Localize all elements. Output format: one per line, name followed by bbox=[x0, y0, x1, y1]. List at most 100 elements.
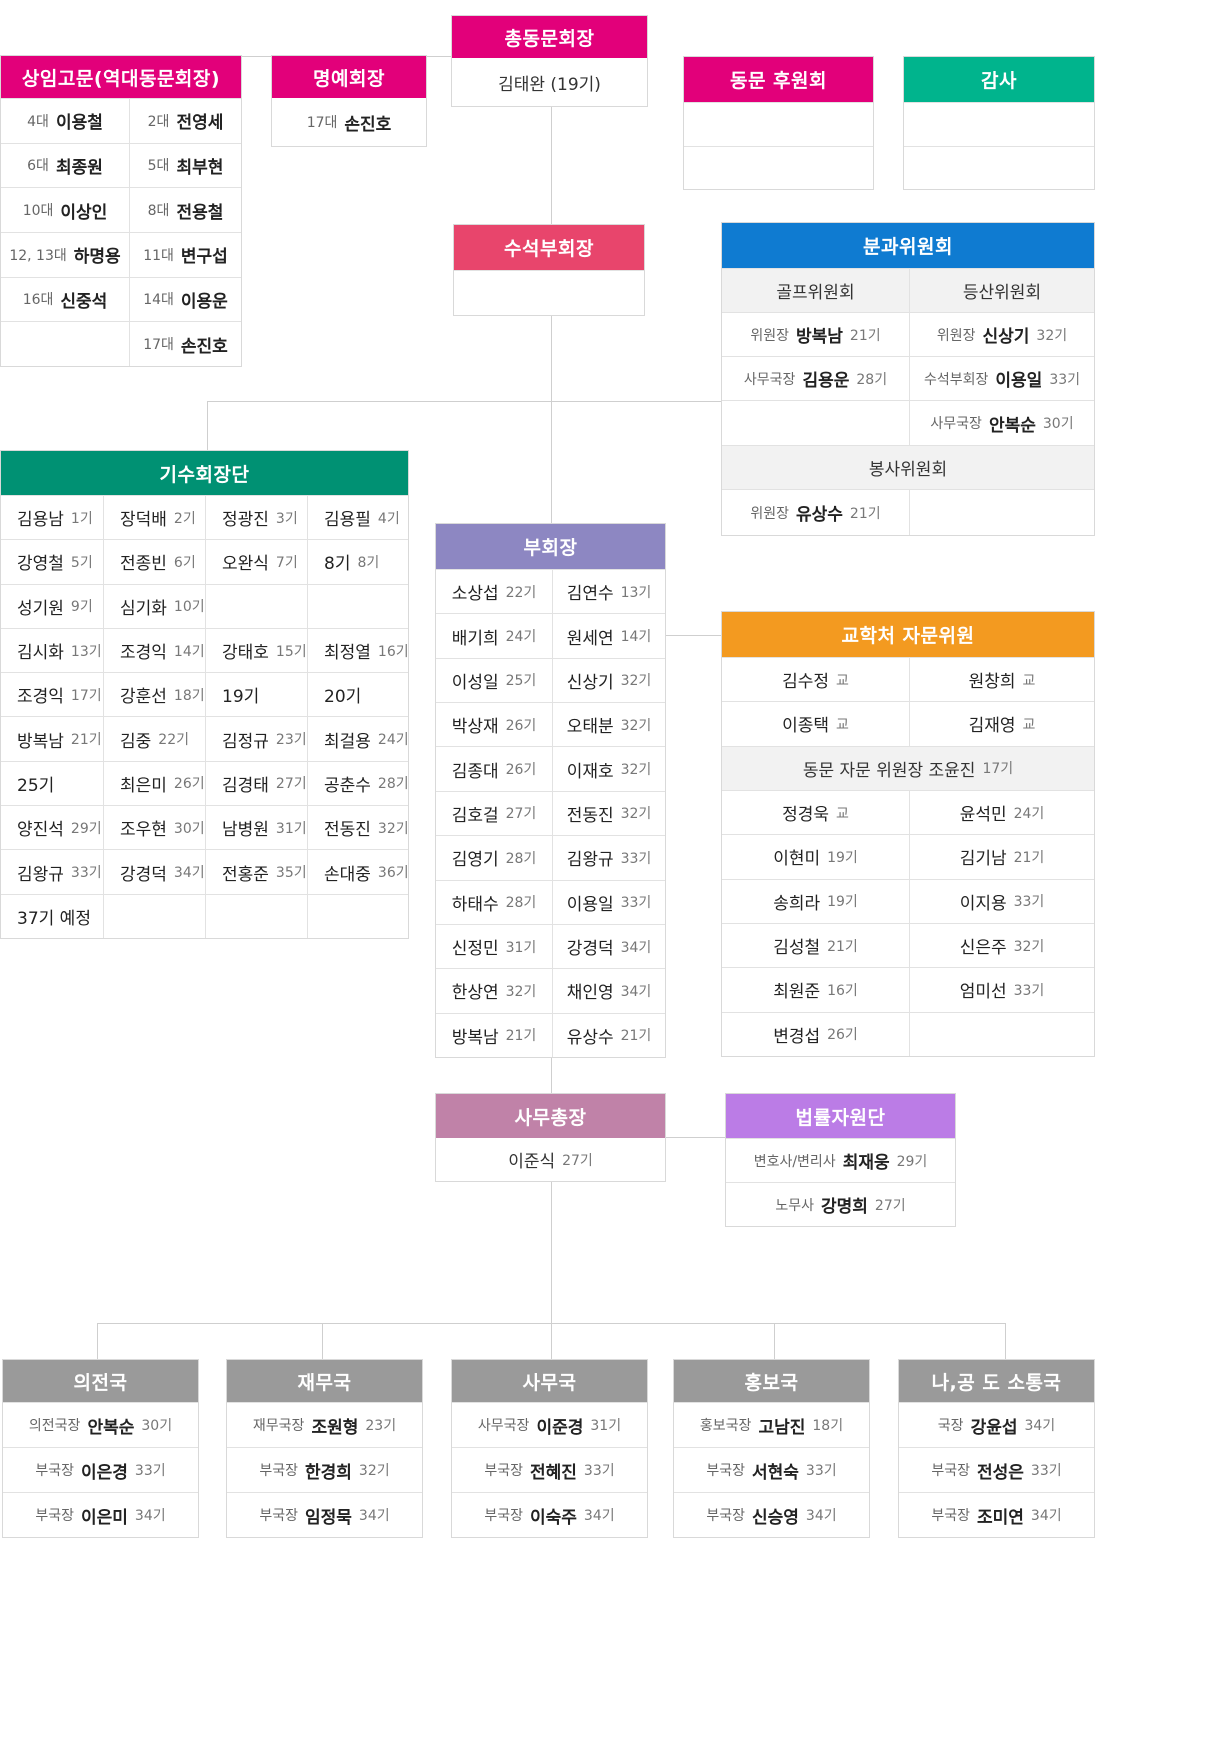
committee-member-class: 21기 bbox=[849, 505, 881, 522]
adviser-term: 12, 13대 bbox=[9, 247, 67, 264]
vice-president-cell: 전동진 32기 bbox=[552, 790, 665, 836]
vice-president-cell: 소상섭 22기 bbox=[436, 569, 552, 613]
advisory-member-cell: 최원준 16기 bbox=[722, 967, 909, 1011]
class-president-name: 방복남 bbox=[17, 731, 64, 752]
class-presidents-header: 기수회장단 bbox=[1, 451, 408, 495]
advisory-member-class: 교 bbox=[1022, 716, 1036, 733]
vice-president-class: 32기 bbox=[620, 717, 652, 734]
adviser-term: 5대 bbox=[147, 158, 170, 175]
bureau-role: 부국장 bbox=[259, 1463, 298, 1479]
bureau-member-name: 조미연 bbox=[977, 1507, 1024, 1528]
advisory-member-class: 32기 bbox=[1013, 938, 1045, 955]
adviser-term: 4대 bbox=[27, 113, 49, 130]
vice-president-class: 32기 bbox=[620, 806, 652, 823]
bureau-box: 사무국 사무국장 이준경 31기 부국장 전혜진 33기 부국장 이숙주 34기 bbox=[451, 1359, 648, 1538]
adviser-term: 17대 bbox=[143, 337, 174, 354]
class-president-name: 최은미 bbox=[120, 775, 167, 796]
honorary-name: 손진호 bbox=[344, 114, 392, 135]
legal-role: 노무사 bbox=[775, 1197, 814, 1214]
class-president-name: 20기 bbox=[324, 687, 362, 708]
adviser-name: 신중석 bbox=[60, 291, 108, 312]
class-president-name: 강영철 bbox=[17, 554, 64, 575]
class-president-class: 15기 bbox=[275, 643, 307, 660]
class-president-class: 26기 bbox=[173, 776, 205, 793]
class-president-name: 전종빈 bbox=[120, 554, 167, 575]
class-president-cell: 19기 bbox=[205, 672, 307, 717]
adviser-cell: 4대 이용철 bbox=[1, 98, 129, 143]
vice-president-class: 33기 bbox=[620, 850, 652, 867]
vice-president-cell: 신상기 32기 bbox=[552, 657, 665, 703]
advisers-header: 상임고문(역대동문회장) bbox=[1, 56, 241, 98]
class-president-class: 21기 bbox=[70, 732, 102, 749]
class-president-cell bbox=[103, 893, 205, 938]
advisory-member-class: 교 bbox=[836, 672, 849, 689]
vice-president-cell: 이성일 25기 bbox=[436, 657, 552, 702]
class-president-name: 37기 예정 bbox=[17, 908, 91, 929]
advisory-member-name: 정경욱 bbox=[782, 805, 830, 826]
bureau-member-class: 33기 bbox=[1030, 1463, 1062, 1479]
bureau-member-name: 강윤섭 bbox=[970, 1417, 1018, 1438]
legal-member-cell: 노무사 강명희 27기 bbox=[726, 1182, 955, 1226]
vice-president-name: 이용일 bbox=[566, 894, 614, 915]
adviser-term: 2대 bbox=[147, 113, 170, 130]
vice-president-class: 34기 bbox=[620, 939, 652, 956]
bureau-member-cell: 부국장 전성은 33기 bbox=[899, 1447, 1094, 1492]
adviser-name: 손진호 bbox=[180, 336, 228, 357]
vice-president-class: 24기 bbox=[505, 629, 537, 646]
bureau-member-cell: 부국장 임정묵 34기 bbox=[227, 1492, 422, 1537]
bureau-role: 부국장 bbox=[931, 1508, 970, 1524]
adviser-name: 하명용 bbox=[73, 247, 121, 268]
class-president-cell: 김중 22기 bbox=[103, 716, 205, 761]
advisory-member-name: 송희라 bbox=[773, 893, 821, 914]
vice-president-cell: 김호걸 27기 bbox=[436, 790, 552, 835]
advisory-member-class: 교 bbox=[836, 805, 849, 822]
audit-empty-cell bbox=[904, 145, 1094, 190]
adviser-cell: 5대 최부현 bbox=[129, 142, 241, 188]
class-president-cell: 조경익 14기 bbox=[103, 627, 205, 673]
service-committee-header: 봉사위원회 bbox=[722, 445, 1094, 489]
committee-role: 사무국장 bbox=[743, 371, 796, 388]
class-president-name: 25기 bbox=[17, 775, 55, 796]
bureau-member-name: 임정묵 bbox=[305, 1507, 352, 1528]
adviser-cell: 11대 변구섭 bbox=[129, 232, 241, 277]
class-president-cell: 최걸용 24기 bbox=[307, 716, 408, 761]
advisory-member-name: 이지용 bbox=[959, 893, 1007, 914]
vice-president-cell: 유상수 21기 bbox=[552, 1012, 665, 1057]
president-box: 총동문회장 김태완 (19기) bbox=[451, 15, 648, 107]
bureau-member-class: 34기 bbox=[358, 1508, 390, 1524]
class-president-cell bbox=[307, 583, 408, 628]
bureau-role: 부국장 bbox=[931, 1463, 970, 1479]
adviser-cell: 8대 전용철 bbox=[129, 187, 241, 232]
adviser-cell: 10대 이상인 bbox=[1, 187, 129, 232]
class-president-cell: 남병원 31기 bbox=[205, 805, 307, 850]
class-president-cell: 오완식 7기 bbox=[205, 539, 307, 584]
bureau-member-cell: 부국장 이은미 34기 bbox=[3, 1492, 198, 1537]
advisory-member-name: 이현미 bbox=[773, 849, 821, 870]
adviser-cell bbox=[1, 321, 129, 366]
bureau-member-name: 이은미 bbox=[81, 1507, 128, 1528]
class-president-name: 김시화 bbox=[17, 643, 64, 664]
bureau-header: 홍보국 bbox=[674, 1360, 869, 1402]
committee-member-class: 32기 bbox=[1036, 327, 1068, 344]
class-president-cell: 김정규 23기 bbox=[205, 716, 307, 761]
vice-president-class: 27기 bbox=[505, 806, 537, 823]
connector-class-drop bbox=[207, 401, 208, 451]
class-president-name: 강경덕 bbox=[120, 864, 167, 885]
class-president-cell: 전홍준 35기 bbox=[205, 849, 307, 894]
bureau-box: 의전국 의전국장 안복순 30기 부국장 이은경 33기 부국장 이은미 34기 bbox=[2, 1359, 199, 1538]
class-president-cell: 김경태 27기 bbox=[205, 760, 307, 806]
vice-presidents-box: 부회장 소상섭 22기 김연수 13기 배기희 24기 원세연 14기 이성일 25기 신상기 32기… bbox=[435, 523, 666, 1058]
class-president-class: 36기 bbox=[377, 865, 409, 882]
class-president-name: 정광진 bbox=[222, 510, 269, 531]
advisory-member-name: 최원준 bbox=[773, 982, 821, 1003]
adviser-term: 8대 bbox=[147, 203, 170, 220]
connector-bureau-drop bbox=[97, 1323, 98, 1359]
class-president-cell: 장덕배 2기 bbox=[103, 495, 205, 540]
vice-president-name: 박상재 bbox=[451, 717, 499, 738]
class-president-name: 양진석 bbox=[17, 820, 64, 841]
bureau-member-cell: 부국장 신승영 34기 bbox=[674, 1492, 869, 1537]
vice-president-name: 전동진 bbox=[566, 805, 614, 826]
bureau-member-class: 33기 bbox=[583, 1463, 615, 1479]
class-president-name: 김정규 bbox=[222, 731, 269, 752]
advisory-member-name: 김성철 bbox=[773, 938, 821, 959]
